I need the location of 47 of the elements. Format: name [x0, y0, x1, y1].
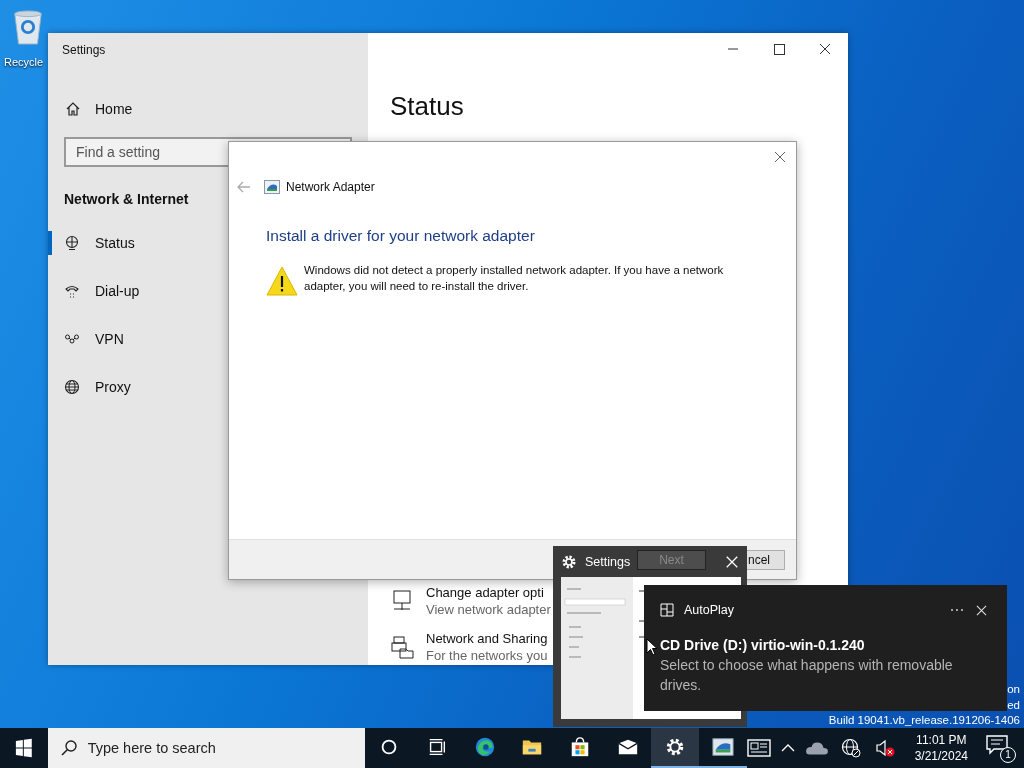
home-link[interactable]: Home [65, 97, 133, 121]
watermark-text: Build 19041.vb_release.191206-1406 [828, 713, 1020, 728]
window-title: Settings [62, 43, 107, 57]
dialog-button[interactable]: ncel [747, 550, 785, 570]
globe-monitor-icon [64, 235, 80, 251]
warning-icon [266, 266, 298, 296]
thumbnail-title: Settings [585, 554, 631, 569]
edge-browser-icon [473, 736, 496, 758]
dialog-title: Network Adapter [286, 180, 375, 194]
network-adapter-icon [264, 180, 280, 194]
notification-badge: 1 [1000, 747, 1017, 763]
sidebar-item[interactable]: Proxy [48, 375, 368, 399]
recycle-bin-icon[interactable] [11, 8, 45, 46]
notification-body: Select to choose what happens with removable drives. [660, 656, 954, 695]
news-icon[interactable] [746, 738, 771, 758]
autoplay-icon [660, 603, 674, 617]
date-text: 3/21/2024 [914, 748, 969, 764]
link-description: View network adapter [426, 602, 551, 617]
chevron-up-icon[interactable] [780, 743, 795, 753]
close-button[interactable] [774, 151, 786, 163]
more-options-icon[interactable] [950, 608, 964, 612]
vpn-icon [64, 331, 80, 347]
notification-title: CD Drive (D:) virtio-win-0.1.240 [660, 637, 866, 653]
warning-message: Windows did not detect a properly installed network adapter. If you have a network adapter, you will need to re-install the driver. [304, 263, 725, 294]
app-name: AutoPlay [684, 603, 735, 617]
link-description: For the networks you [426, 648, 548, 663]
watermark-text: ed [1007, 697, 1020, 713]
notification-toast[interactable]: AutoPlay CD Drive (D:) virtio-win-0.1.240 Select to choose what happens with removable drives. [644, 585, 1007, 711]
network-adapter-icon [711, 736, 734, 758]
mouse-cursor-icon [646, 638, 658, 656]
home-icon [65, 101, 81, 117]
taskbar-button[interactable] [651, 728, 699, 768]
phone-icon [64, 283, 80, 299]
taskbar-search-box[interactable]: Type here to search [47, 728, 366, 768]
clock[interactable]: 11:01 PM 3/21/2024 [914, 732, 969, 764]
search-icon [59, 739, 78, 757]
printer-folder-icon [390, 635, 414, 659]
network-monitor-icon [390, 589, 414, 613]
link-title[interactable]: Network and Sharing [426, 631, 548, 646]
globe-icon [64, 379, 80, 395]
sidebar-item[interactable]: VPN [48, 327, 368, 351]
time-text: 11:01 PM [916, 732, 967, 748]
section-title: Network & Internet [64, 191, 190, 207]
watermark-text: on [1007, 682, 1020, 697]
settings-icon [561, 553, 577, 570]
link-title[interactable]: Change adapter opti [426, 585, 551, 600]
page-heading: Status [390, 91, 465, 122]
